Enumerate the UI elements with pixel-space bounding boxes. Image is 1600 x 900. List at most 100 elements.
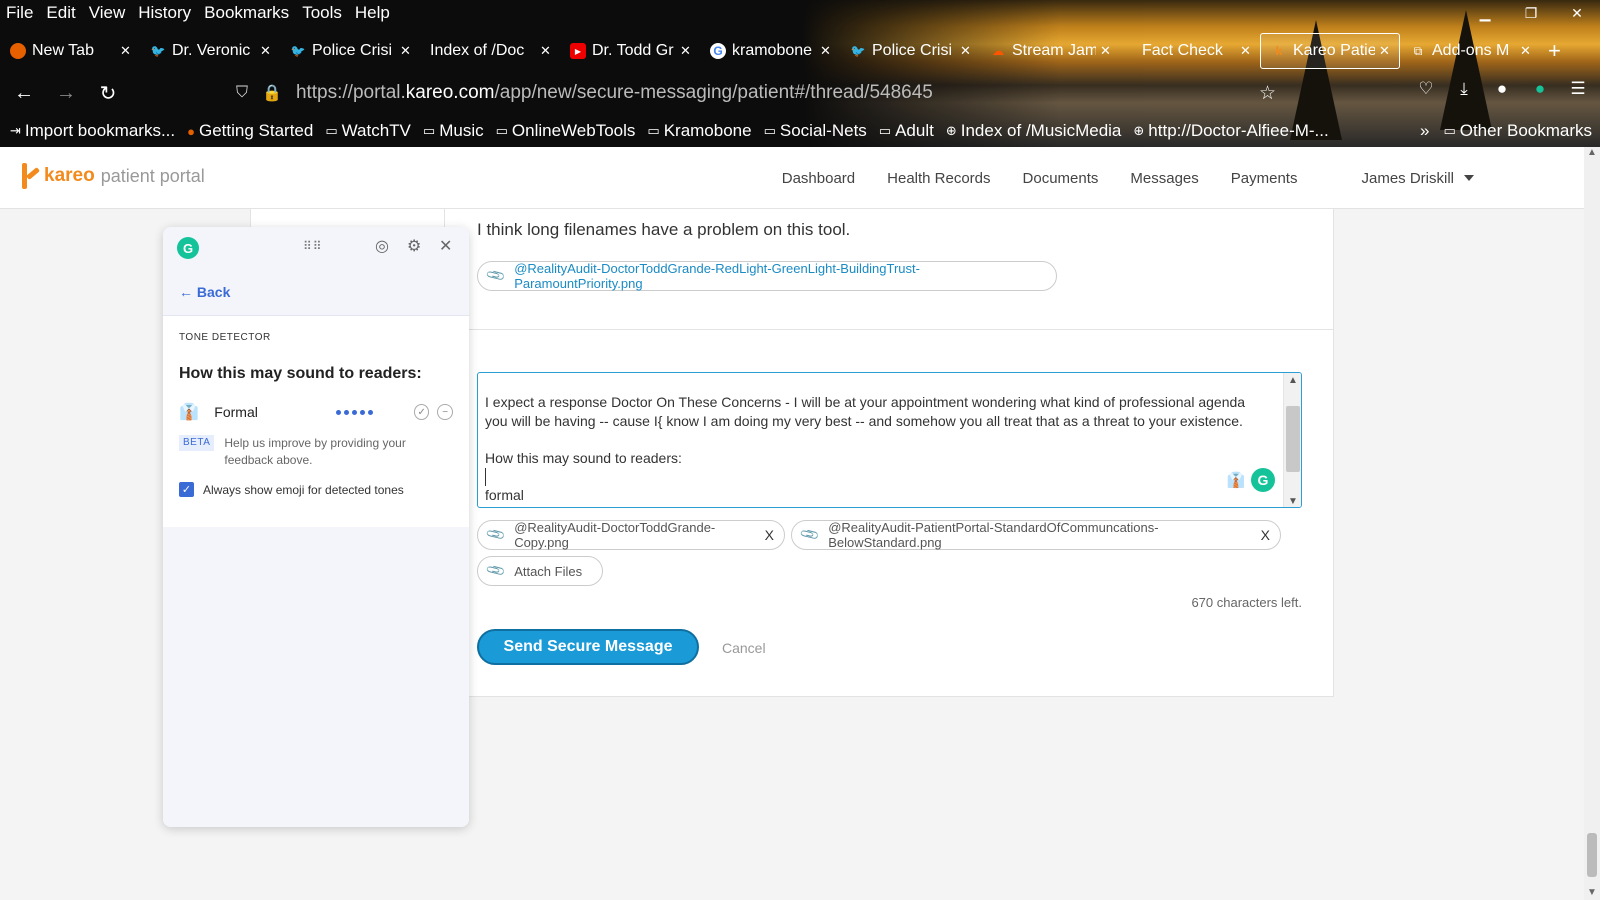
close-tab-icon[interactable]: ✕ <box>540 43 554 59</box>
menu-file[interactable]: File <box>6 3 33 23</box>
tab-add-ons[interactable]: ⧉ Add-ons M ✕ <box>1400 33 1540 69</box>
grammarly-badge-icon[interactable]: G <box>1251 468 1275 492</box>
kareo-logo[interactable]: kareo patient portal <box>20 161 205 191</box>
bookmark-adult[interactable]: ▭ Adult <box>879 121 934 141</box>
menu-history[interactable]: History <box>138 3 191 23</box>
composer-text[interactable]: I expect a response Doctor On These Conc… <box>485 393 1265 505</box>
close-tab-icon[interactable]: ✕ <box>960 43 974 59</box>
chevron-more-icon[interactable]: » <box>1420 121 1429 141</box>
attach-files-button[interactable]: 📎 Attach Files <box>477 556 603 586</box>
send-secure-message-button[interactable]: Send Secure Message <box>477 629 699 665</box>
scroll-down-icon[interactable]: ▼ <box>1584 887 1600 898</box>
attachment-filename: @RealityAudit-PatientPortal-StandardOfCo… <box>828 520 1159 550</box>
bookmark-index-musicmedia[interactable]: ⊕ Index of /MusicMedia <box>946 121 1122 141</box>
close-tab-icon[interactable]: ✕ <box>820 43 834 59</box>
remove-attachment-button[interactable]: X <box>1261 527 1270 543</box>
tab-new-tab[interactable]: New Tab ✕ <box>0 33 140 69</box>
scroll-up-icon[interactable]: ▲ <box>1284 375 1301 386</box>
bookmark-watchtv[interactable]: ▭ WatchTV <box>325 121 411 141</box>
tab-kareo-patient[interactable]: k Kareo Patie ✕ <box>1260 33 1400 69</box>
message-composer[interactable]: I expect a response Doctor On These Conc… <box>477 372 1302 508</box>
downloads-icon[interactable]: ⤓ <box>1454 79 1474 99</box>
menu-bookmarks[interactable]: Bookmarks <box>204 3 289 23</box>
other-bookmarks[interactable]: » ▭ Other Bookmarks <box>1420 116 1592 146</box>
nav-documents[interactable]: Documents <box>1023 170 1099 187</box>
back-link[interactable]: ← Back <box>179 284 230 300</box>
composer-scrollbar[interactable]: ▲ ▼ <box>1283 373 1301 507</box>
drag-handle-icon[interactable]: ⠿⠿ <box>303 239 323 253</box>
reload-icon[interactable]: ↻ <box>90 81 126 106</box>
cancel-link[interactable]: Cancel <box>722 640 766 656</box>
text-cursor <box>485 468 486 486</box>
bookmark-social-nets[interactable]: ▭ Social-Nets <box>764 121 867 141</box>
tab-police-crisis[interactable]: 🐦 Police Crisi ✕ <box>280 33 420 69</box>
forward-arrow-icon[interactable]: → <box>48 82 84 105</box>
tab-kramobone[interactable]: G kramobone ✕ <box>700 33 840 69</box>
portal-header: kareo patient portal Dashboard Health Re… <box>0 147 1584 209</box>
goals-icon[interactable]: ◎ <box>375 236 389 256</box>
tab-label: kramobone <box>732 42 813 59</box>
close-window-icon[interactable]: ✕ <box>1554 0 1600 26</box>
close-tab-icon[interactable]: ✕ <box>1379 43 1393 59</box>
bookmark-music[interactable]: ▭ Music <box>423 121 484 141</box>
menu-bar: File Edit View History Bookmarks Tools H… <box>0 0 403 26</box>
page-scrollbar[interactable]: ▲ ▼ <box>1584 147 1600 900</box>
close-tab-icon[interactable]: ✕ <box>1520 43 1534 59</box>
close-tab-icon[interactable]: ✕ <box>120 43 134 59</box>
checkbox-checked-icon[interactable]: ✓ <box>179 482 194 497</box>
tab-label: New Tab <box>32 42 94 59</box>
remove-attachment-button[interactable]: X <box>765 527 774 543</box>
restore-icon[interactable]: ❐ <box>1508 0 1554 26</box>
bookmark-doctor-alfiee[interactable]: ⊕ http://Doctor-Alfiee-M-... <box>1133 121 1328 141</box>
emoji-toggle[interactable]: ✓ Always show emoji for detected tones <box>179 482 404 497</box>
tab-label: Add-ons M <box>1432 42 1510 59</box>
close-icon[interactable]: ✕ <box>439 236 452 256</box>
menu-edit[interactable]: Edit <box>46 3 75 23</box>
tab-fact-check[interactable]: Fact Check ✕ <box>1120 33 1260 69</box>
tone-emoji-icon[interactable]: 👔 <box>1225 469 1247 491</box>
new-tab-plus-icon[interactable]: + <box>1548 33 1561 69</box>
hamburger-menu-icon[interactable]: ☰ <box>1568 79 1588 99</box>
thumbs-down-feedback-icon[interactable]: − <box>437 404 453 420</box>
firefox-icon <box>10 43 26 59</box>
scroll-thumb[interactable] <box>1286 406 1300 472</box>
url-bar[interactable]: ⛉ 🔒 https://portal. kareo.com/app/new/sec… <box>236 77 1286 109</box>
thumbs-up-feedback-icon[interactable]: ✓ <box>413 404 430 420</box>
tab-dr-todd[interactable]: ▶ Dr. Todd Gr ✕ <box>560 33 700 69</box>
extension-icon[interactable]: ● <box>1492 79 1512 99</box>
previous-attachment-link[interactable]: 📎 @RealityAudit-DoctorToddGrande-RedLigh… <box>477 261 1057 291</box>
gear-icon[interactable]: ⚙ <box>407 236 421 256</box>
beta-text: Help us improve by providing your feedba… <box>224 436 406 467</box>
close-tab-icon[interactable]: ✕ <box>1240 43 1254 59</box>
close-tab-icon[interactable]: ✕ <box>260 43 274 59</box>
scroll-down-icon[interactable]: ▼ <box>1284 496 1301 507</box>
bookmark-kramobone[interactable]: ▭ Kramobone <box>647 121 751 141</box>
menu-tools[interactable]: Tools <box>302 3 342 23</box>
bookmark-label: WatchTV <box>341 121 411 140</box>
grammarly-extension-icon[interactable]: ● <box>1530 79 1550 99</box>
bookmark-import[interactable]: ⇥ Import bookmarks... <box>10 121 175 141</box>
user-menu[interactable]: James Driskill <box>1329 170 1474 187</box>
nav-health-records[interactable]: Health Records <box>887 170 990 187</box>
close-tab-icon[interactable]: ✕ <box>680 43 694 59</box>
nav-dashboard[interactable]: Dashboard <box>782 170 855 187</box>
folder-icon: ▭ <box>763 123 776 138</box>
back-arrow-icon[interactable]: ← <box>6 82 42 105</box>
tab-index-of-doc[interactable]: Index of /Doc ✕ <box>420 33 560 69</box>
scroll-up-icon[interactable]: ▲ <box>1584 147 1600 158</box>
pocket-icon[interactable]: ♡ <box>1416 79 1436 99</box>
tab-dr-veronic[interactable]: 🐦 Dr. Veronic ✕ <box>140 33 280 69</box>
minimize-icon[interactable]: ▁ <box>1462 0 1508 26</box>
close-tab-icon[interactable]: ✕ <box>1100 43 1114 59</box>
menu-view[interactable]: View <box>89 3 126 23</box>
nav-messages[interactable]: Messages <box>1130 170 1198 187</box>
nav-payments[interactable]: Payments <box>1231 170 1298 187</box>
bookmark-getting-started[interactable]: ● Getting Started <box>187 121 313 141</box>
tab-stream-jam[interactable]: ☁ Stream Jam ✕ <box>980 33 1120 69</box>
bookmark-onlinewebtools[interactable]: ▭ OnlineWebTools <box>496 121 636 141</box>
bookmark-star-icon[interactable]: ☆ <box>1259 82 1276 105</box>
close-tab-icon[interactable]: ✕ <box>400 43 414 59</box>
page-scroll-thumb[interactable] <box>1587 833 1597 877</box>
tab-police-crisis-2[interactable]: 🐦 Police Crisi ✕ <box>840 33 980 69</box>
menu-help[interactable]: Help <box>355 3 390 23</box>
